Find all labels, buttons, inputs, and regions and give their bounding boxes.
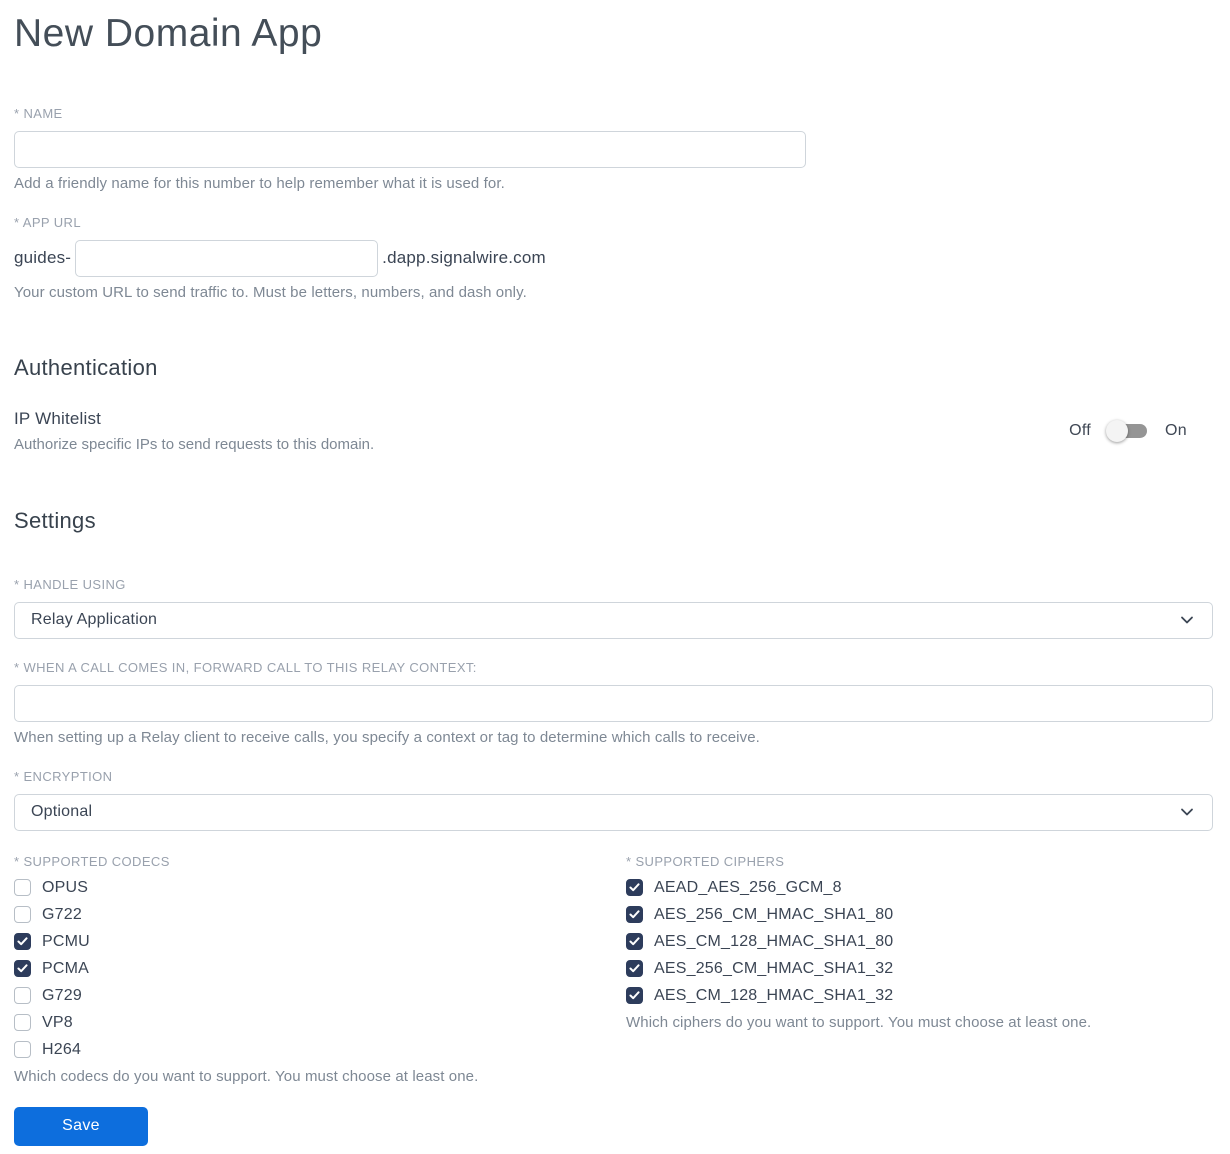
cipher-option-label: AEAD_AES_256_GCM_8	[654, 878, 842, 896]
cipher-option-label: AES_256_CM_HMAC_SHA1_80	[654, 905, 894, 923]
app-url-row: guides- .dapp.signalwire.com	[14, 239, 1213, 277]
cipher-option[interactable]: AES_256_CM_HMAC_SHA1_32	[626, 960, 1213, 978]
toggle-knob[interactable]	[1106, 419, 1129, 442]
supported-codecs-label: * SUPPORTED CODECS	[14, 853, 170, 869]
codec-option-vp8[interactable]: VP8	[14, 1014, 626, 1032]
form-actions: Save	[14, 1106, 1213, 1146]
checkbox[interactable]	[626, 906, 643, 924]
cipher-option[interactable]: AEAD_AES_256_GCM_8	[626, 879, 1213, 897]
codec-option-pcma[interactable]: PCMA	[14, 960, 626, 978]
codecs-list: OPUS G722 PCMU PCMA G729 VP8 H264	[14, 879, 626, 1059]
relay-context-helper: When setting up a Relay client to receiv…	[14, 728, 760, 746]
cipher-option-label: AES_CM_128_HMAC_SHA1_32	[654, 986, 894, 1004]
ip-whitelist-text: IP Whitelist Authorize specific IPs to s…	[14, 409, 374, 453]
checkbox[interactable]	[14, 879, 31, 897]
ip-whitelist-toggle-group: Off On	[1069, 419, 1187, 442]
codec-option-label: H264	[42, 1040, 82, 1058]
codec-option-label: G729	[42, 986, 82, 1004]
check-icon	[629, 991, 640, 1000]
cipher-option-label: AES_256_CM_HMAC_SHA1_32	[654, 959, 894, 977]
name-label: * NAME	[14, 105, 63, 121]
relay-context-input[interactable]	[14, 684, 1213, 722]
chevron-down-icon	[1179, 804, 1195, 820]
codecs-ciphers-section: * SUPPORTED CODECS OPUS G722 PCMU PCMA G…	[14, 854, 1213, 1085]
codec-option-h264[interactable]: H264	[14, 1041, 626, 1059]
handle-using-select[interactable]: Relay Application	[14, 601, 1213, 639]
checkbox[interactable]	[14, 933, 31, 951]
chevron-down-icon	[1179, 612, 1195, 628]
check-icon	[629, 964, 640, 973]
toggle-on-label: On	[1165, 421, 1187, 439]
app-url-helper: Your custom URL to send traffic to. Must…	[14, 283, 527, 301]
check-icon	[17, 937, 28, 946]
checkbox[interactable]	[14, 960, 31, 978]
codec-option-g722[interactable]: G722	[14, 906, 626, 924]
new-domain-app-form: New Domain App * NAME Add a friendly nam…	[14, 11, 1213, 1146]
relay-context-label: * WHEN A CALL COMES IN, FORWARD CALL TO …	[14, 659, 477, 675]
codec-option-opus[interactable]: OPUS	[14, 879, 626, 897]
supported-ciphers-group: * SUPPORTED CIPHERS AEAD_AES_256_GCM_8 A…	[626, 854, 1213, 1085]
app-url-suffix: .dapp.signalwire.com	[382, 248, 546, 268]
name-helper: Add a friendly name for this number to h…	[14, 174, 505, 192]
check-icon	[629, 937, 640, 946]
checkbox[interactable]	[626, 879, 643, 897]
app-url-input[interactable]	[75, 239, 379, 277]
name-field-group: * NAME Add a friendly name for this numb…	[14, 106, 1213, 192]
name-input[interactable]	[14, 130, 806, 168]
app-url-prefix: guides-	[14, 248, 72, 268]
handle-using-group: * HANDLE USING Relay Application	[14, 577, 1213, 639]
codec-option-label: PCMA	[42, 959, 90, 977]
codec-option-label: VP8	[42, 1013, 73, 1031]
ip-whitelist-label: IP Whitelist	[14, 408, 102, 428]
checkbox[interactable]	[626, 987, 643, 1005]
cipher-option[interactable]: AES_CM_128_HMAC_SHA1_80	[626, 933, 1213, 951]
toggle-off-label: Off	[1069, 421, 1092, 439]
check-icon	[629, 910, 640, 919]
codec-option-g729[interactable]: G729	[14, 987, 626, 1005]
settings-heading: Settings	[14, 507, 96, 533]
check-icon	[629, 883, 640, 892]
app-url-field-group: * APP URL guides- .dapp.signalwire.com Y…	[14, 215, 1213, 301]
ip-whitelist-toggle[interactable]	[1106, 419, 1148, 442]
supported-codecs-helper: Which codecs do you want to support. You…	[14, 1067, 479, 1085]
checkbox[interactable]	[14, 987, 31, 1005]
checkbox[interactable]	[626, 960, 643, 978]
cipher-option[interactable]: AES_256_CM_HMAC_SHA1_80	[626, 906, 1213, 924]
codec-option-pcmu[interactable]: PCMU	[14, 933, 626, 951]
encryption-select[interactable]: Optional	[14, 793, 1213, 831]
encryption-group: * ENCRYPTION Optional	[14, 769, 1213, 831]
checkbox[interactable]	[14, 1041, 31, 1059]
encryption-label: * ENCRYPTION	[14, 768, 113, 784]
relay-context-group: * WHEN A CALL COMES IN, FORWARD CALL TO …	[14, 660, 1213, 746]
checkbox[interactable]	[14, 906, 31, 924]
cipher-option[interactable]: AES_CM_128_HMAC_SHA1_32	[626, 987, 1213, 1005]
supported-ciphers-label: * SUPPORTED CIPHERS	[626, 853, 785, 869]
authentication-heading: Authentication	[14, 354, 158, 380]
encryption-value: Optional	[31, 803, 93, 821]
codec-option-label: PCMU	[42, 932, 90, 950]
codec-option-label: G722	[42, 905, 82, 923]
codec-option-label: OPUS	[42, 878, 89, 896]
check-icon	[17, 964, 28, 973]
checkbox[interactable]	[626, 933, 643, 951]
cipher-option-label: AES_CM_128_HMAC_SHA1_80	[654, 932, 894, 950]
supported-codecs-group: * SUPPORTED CODECS OPUS G722 PCMU PCMA G…	[14, 854, 626, 1085]
checkbox[interactable]	[14, 1014, 31, 1032]
ip-whitelist-row: IP Whitelist Authorize specific IPs to s…	[14, 409, 1213, 453]
save-button[interactable]: Save	[14, 1106, 148, 1146]
ciphers-list: AEAD_AES_256_GCM_8 AES_256_CM_HMAC_SHA1_…	[626, 879, 1213, 1005]
ip-whitelist-helper: Authorize specific IPs to send requests …	[14, 435, 375, 453]
handle-using-value: Relay Application	[31, 611, 158, 629]
page-title: New Domain App	[14, 12, 323, 55]
handle-using-label: * HANDLE USING	[14, 576, 126, 592]
supported-ciphers-helper: Which ciphers do you want to support. Yo…	[626, 1013, 1092, 1031]
app-url-label: * APP URL	[14, 214, 81, 230]
